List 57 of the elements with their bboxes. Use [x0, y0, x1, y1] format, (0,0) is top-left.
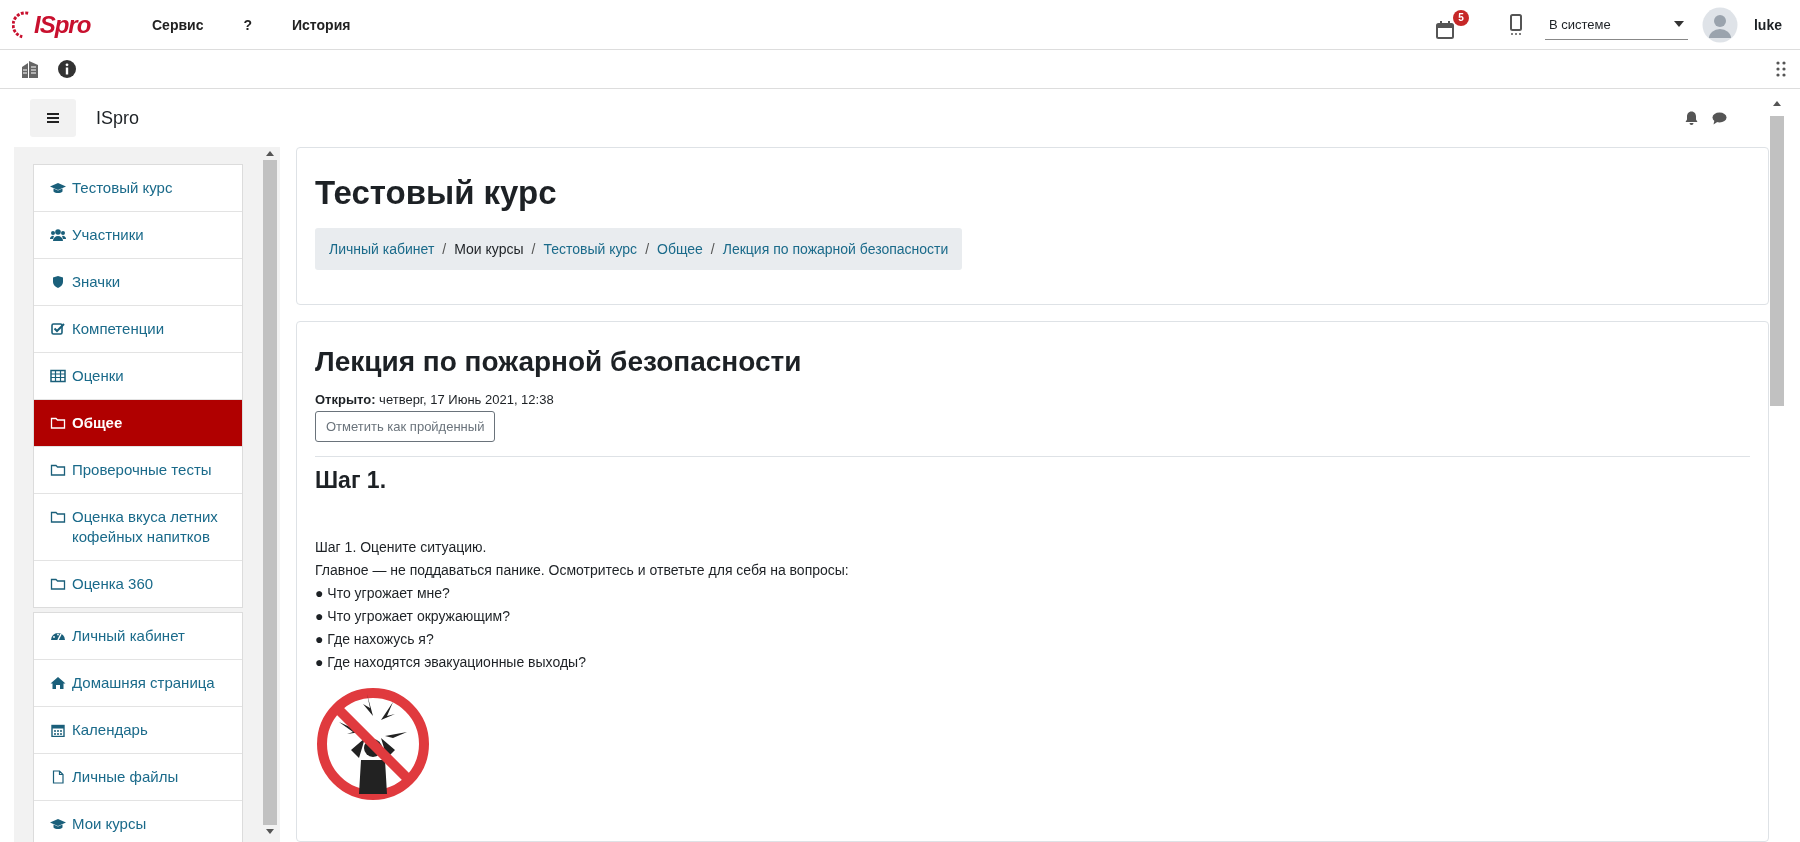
folder-icon [50, 463, 66, 477]
status-select[interactable]: В системе [1545, 9, 1688, 40]
graduation-cap-icon [50, 181, 66, 195]
info-icon[interactable] [58, 60, 76, 78]
grid-dots-icon[interactable] [1776, 61, 1786, 77]
section-heading: Шаг 1. [315, 467, 388, 494]
breadcrumb-text: Мои курсы [454, 241, 524, 257]
caret-icon [1674, 21, 1684, 27]
scroll-up-icon[interactable] [1773, 101, 1781, 106]
course-title: Тестовый курс [315, 174, 558, 212]
breadcrumb-link[interactable]: Личный кабинет [329, 241, 435, 257]
building-icon[interactable] [20, 59, 40, 79]
breadcrumb-separator: / [645, 241, 649, 257]
text-line: ● Что угрожает мне? [315, 584, 451, 603]
breadcrumb-separator: / [531, 241, 536, 257]
mobile-phone-icon[interactable] [1509, 13, 1523, 36]
text-line: Главное — не поддаваться панике. Осмотритесь и ответьте для себя на вопросы: [315, 561, 850, 580]
folder-icon [50, 577, 66, 591]
text-line: ● Где нахожусь я? [315, 630, 435, 649]
menu-item[interactable]: ? [243, 16, 252, 33]
text-line: ● Где находятся эвакуационные выходы? [315, 653, 587, 672]
text-line: ● Что угрожает окружающим? [315, 607, 511, 626]
menu-item[interactable]: Сервис [152, 16, 204, 33]
scroll-down-icon[interactable] [266, 829, 274, 834]
page-title: Лекция по пожарной безопасности [315, 346, 803, 378]
mark-complete-button[interactable]: Отметить как пройденный [315, 411, 496, 442]
menu-button[interactable] [30, 99, 76, 137]
user-avatar[interactable] [1702, 6, 1738, 43]
house-icon [50, 676, 66, 690]
chat-bubble-icon[interactable] [1712, 111, 1727, 125]
user-name[interactable]: luke [1754, 16, 1782, 33]
people-icon [50, 228, 66, 242]
breadcrumb-link[interactable]: Тестовый курс [543, 241, 638, 257]
menu-icon [47, 113, 59, 123]
ispro-logo[interactable]: ISpro [12, 7, 152, 42]
table-icon [50, 369, 66, 383]
calendar-icon [50, 723, 66, 737]
opened-date: Открыто: четверг, 17 Июнь 2021, 12:38 [315, 392, 555, 407]
calendar-button[interactable]: 5 [1435, 9, 1469, 40]
scroll-up-icon[interactable] [266, 151, 274, 156]
bell-icon[interactable] [1685, 111, 1698, 125]
menu-item[interactable]: История [292, 16, 351, 33]
folder-icon [50, 510, 66, 524]
calendar-icon [1435, 19, 1455, 40]
checkbox-icon [50, 322, 66, 336]
shield-icon [50, 275, 66, 289]
text-line: Шаг 1. Оцените ситуацию. [315, 538, 488, 557]
graduation-cap-icon [50, 817, 66, 831]
sidebar-item[interactable]: Общее [34, 399, 242, 446]
breadcrumb-link[interactable]: Лекция по пожарной безопасности [722, 241, 949, 257]
notification-count: 5 [1453, 9, 1469, 26]
folder-icon [50, 416, 66, 430]
breadcrumb-separator: / [442, 241, 447, 257]
file-icon [50, 770, 66, 784]
breadcrumb-separator: / [710, 241, 715, 257]
breadcrumb-link[interactable]: Общее [657, 241, 703, 257]
site-title[interactable]: ISpro [96, 107, 140, 129]
